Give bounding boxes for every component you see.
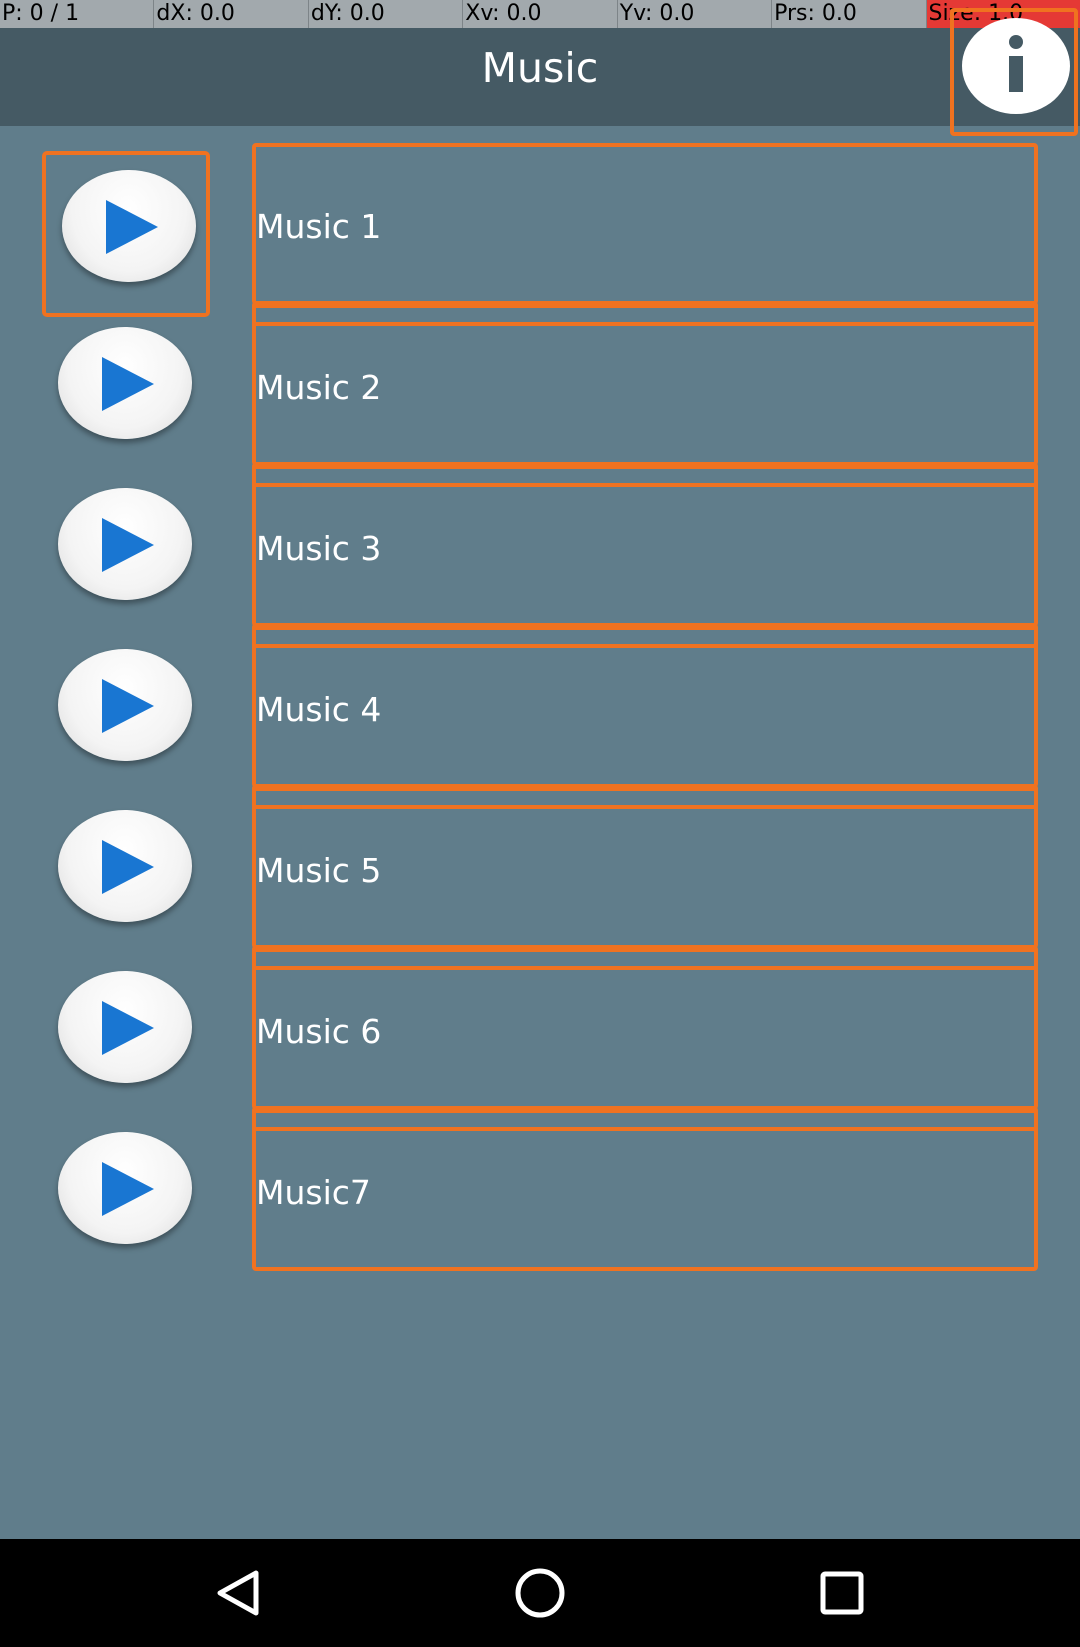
play-icon [58,1132,192,1244]
play-icon [58,649,192,761]
list-item: Music 4 [0,623,1080,788]
home-circle-icon[interactable] [508,1561,572,1625]
debug-prs: Prs: 0.0 [772,0,927,28]
debug-dy: dY: 0.0 [309,0,464,28]
pointer-debug-bar: P: 0 / 1 dX: 0.0 dY: 0.0 Xv: 0.0 Yv: 0.0… [0,0,1080,28]
play-icon [58,488,192,600]
system-nav-bar [0,1539,1080,1647]
list-item: Music 3 [0,462,1080,627]
play-button[interactable] [42,473,210,639]
track-title: Music 3 [256,529,382,568]
track-title: Music 2 [256,368,382,407]
list-item: Music 5 [0,784,1080,949]
list-item: Music 1 [0,140,1080,317]
track-title: Music 6 [256,1012,382,1051]
track-title: Music 5 [256,851,382,890]
track-title: Music 1 [256,207,382,246]
debug-xv: Xv: 0.0 [463,0,618,28]
track-title: Music7 [256,1173,371,1212]
play-button[interactable] [42,634,210,800]
track-title: Music 4 [256,690,382,729]
track-title-item[interactable]: Music7 [252,1109,1038,1271]
debug-dx: dX: 0.0 [154,0,309,28]
debug-pointer: P: 0 / 1 [0,0,155,28]
play-button[interactable] [42,1117,210,1283]
play-button[interactable] [42,312,210,478]
track-title-item[interactable]: Music 1 [252,143,1038,305]
play-icon [58,327,192,439]
list-item: Music 6 [0,945,1080,1110]
info-button[interactable] [950,8,1078,136]
play-icon [62,170,196,282]
debug-yv: Yv: 0.0 [618,0,773,28]
recents-square-icon[interactable] [810,1561,874,1625]
track-title-item[interactable]: Music 2 [252,304,1038,466]
play-button[interactable] [42,956,210,1122]
play-icon [58,810,192,922]
track-title-item[interactable]: Music 6 [252,948,1038,1110]
info-icon [962,18,1070,114]
track-title-item[interactable]: Music 3 [252,465,1038,627]
app-toolbar: Music [0,28,1080,126]
list-item: Music7 [0,1106,1080,1271]
list-item: Music 2 [0,301,1080,466]
track-title-item[interactable]: Music 4 [252,626,1038,788]
track-title-item[interactable]: Music 5 [252,787,1038,949]
play-icon [58,971,192,1083]
play-button[interactable] [42,795,210,961]
page-title: Music [481,44,599,92]
play-button[interactable] [42,151,210,317]
back-triangle-icon[interactable] [206,1561,270,1625]
